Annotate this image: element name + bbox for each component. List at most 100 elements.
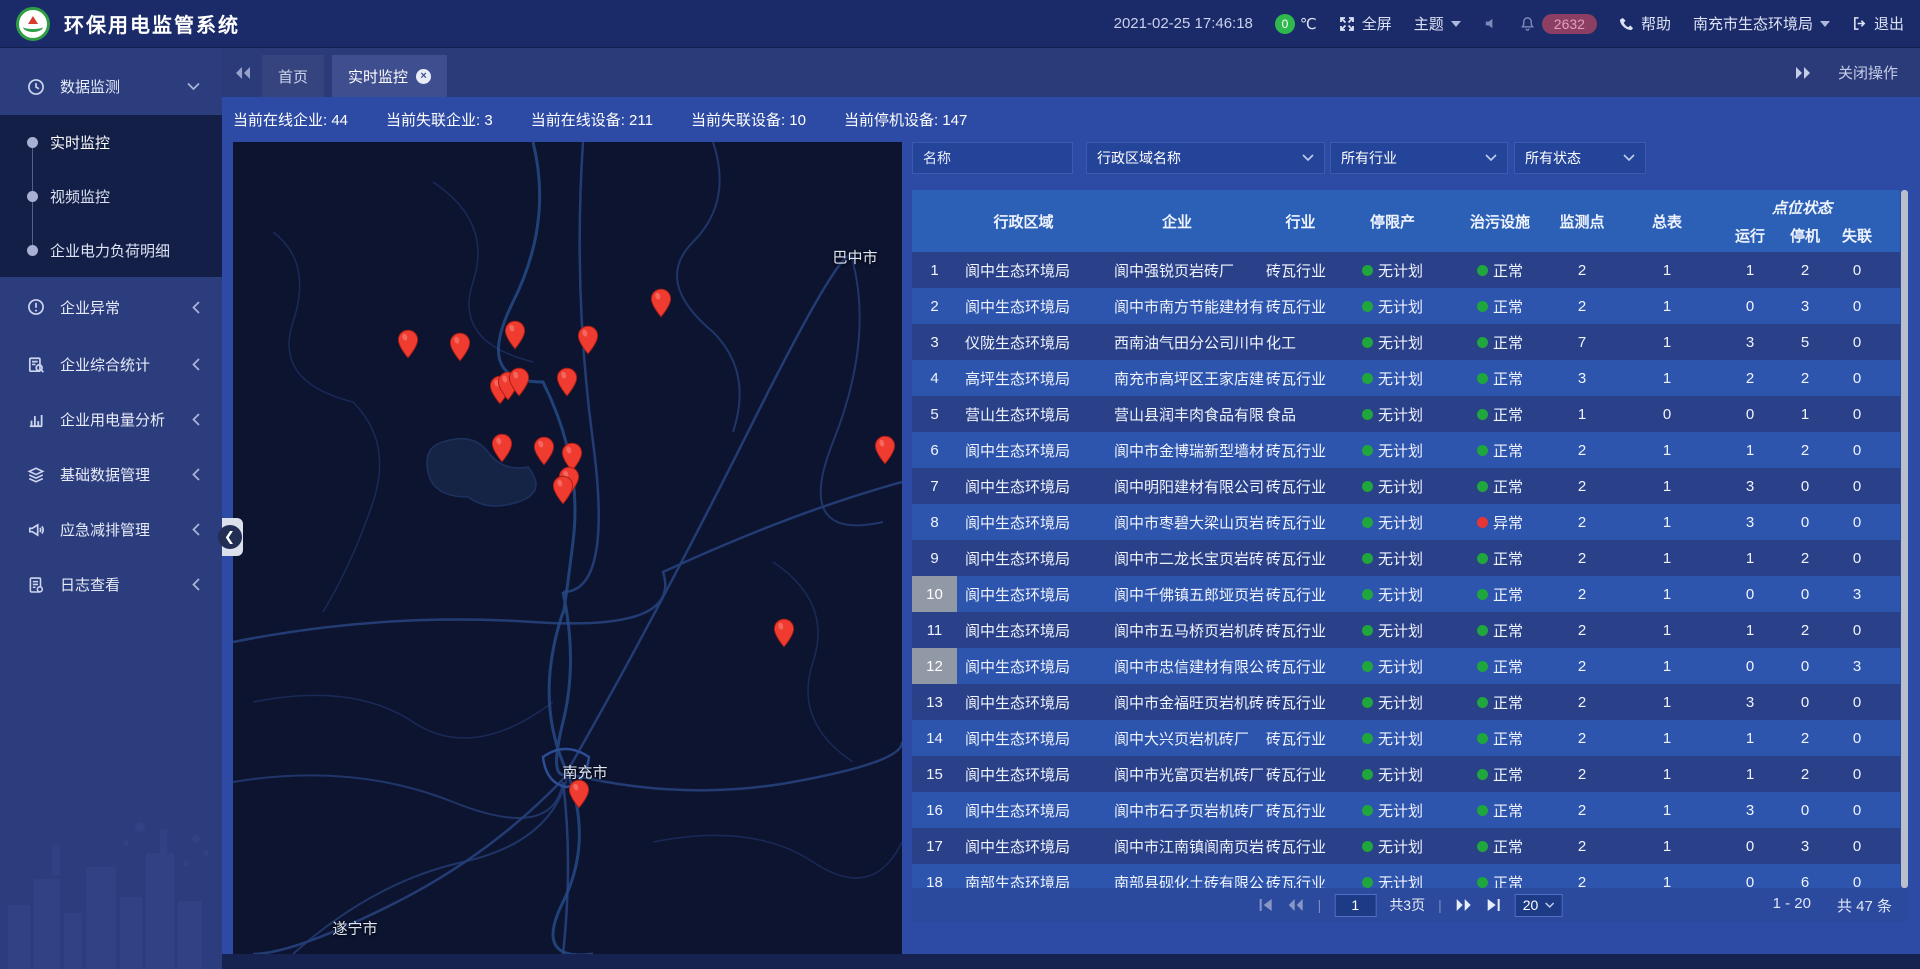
prev-page-button[interactable] [1287, 898, 1305, 912]
temperature-badge: 0 [1275, 14, 1295, 34]
status-text: 正常 [1493, 404, 1523, 425]
cell-run: 3 [1722, 684, 1778, 720]
map-pin[interactable] [556, 367, 578, 397]
cell-lost: 0 [1832, 612, 1882, 648]
status-dot-green-icon [1362, 481, 1373, 492]
table-row[interactable]: 13阆中生态环境局阆中市金福旺页岩机砖砖瓦行业无计划正常21300 [912, 684, 1900, 720]
row-index: 2 [912, 288, 957, 324]
status-text: 正常 [1493, 584, 1523, 605]
first-page-button[interactable] [1258, 898, 1274, 912]
page-size-select[interactable]: 20 [1515, 894, 1563, 917]
table-row[interactable]: 9阆中生态环境局阆中市二龙长宝页岩砖砖瓦行业无计划正常21120 [912, 540, 1900, 576]
chevron-down-icon [1485, 154, 1497, 162]
table-row[interactable]: 18南部生态环境局南部县砚化土砖有限公砖瓦行业无计划正常21060 [912, 864, 1900, 888]
table-row[interactable]: 4高坪生态环境局南充市高坪区王家店建砖瓦行业无计划正常31220 [912, 360, 1900, 396]
table-row[interactable]: 11阆中生态环境局阆中市五马桥页岩机砖砖瓦行业无计划正常21120 [912, 612, 1900, 648]
cell-company: 营山县润丰肉食品有限 [1090, 396, 1264, 432]
status-value: 无计划 [1362, 512, 1423, 533]
sidebar-subitem-0-0[interactable]: 实时监控 [0, 115, 222, 169]
table-row[interactable]: 7阆中生态环境局阆中明阳建材有限公司砖瓦行业无计划正常21300 [912, 468, 1900, 504]
map-pin[interactable] [773, 618, 795, 648]
tab-1[interactable]: 实时监控× [332, 55, 447, 97]
table-row[interactable]: 14阆中生态环境局阆中大兴页岩机砖厂砖瓦行业无计划正常21120 [912, 720, 1900, 756]
cell-meter: 1 [1612, 468, 1722, 504]
logout-button[interactable]: 退出 [1852, 13, 1904, 34]
sidebar-item-2[interactable]: 企业综合统计 [0, 337, 222, 392]
cell-meter: 1 [1612, 540, 1722, 576]
table-row[interactable]: 2阆中生态环境局阆中市南方节能建材有砖瓦行业无计划正常21030 [912, 288, 1900, 324]
map-pin[interactable] [491, 433, 513, 463]
user-org-dropdown[interactable]: 南充市生态环境局 [1693, 13, 1830, 34]
map-pin[interactable] [568, 779, 590, 809]
name-search-input[interactable] [923, 150, 1062, 166]
page-number-input[interactable] [1334, 894, 1376, 917]
industry-select[interactable]: 所有行业 [1330, 142, 1508, 174]
table-row[interactable]: 16阆中生态环境局阆中市石子页岩机砖厂砖瓦行业无计划正常21300 [912, 792, 1900, 828]
region-select[interactable]: 行政区域名称 [1086, 142, 1325, 174]
map-pin[interactable] [874, 435, 896, 465]
notification-button[interactable]: 2632 [1520, 14, 1597, 34]
map-pin[interactable] [577, 325, 599, 355]
sidebar-item-5[interactable]: 应急减排管理 [0, 502, 222, 557]
bullet-dot-icon [27, 191, 38, 202]
close-icon[interactable]: × [416, 69, 431, 84]
stat-4: 当前停机设备: 147 [844, 109, 967, 130]
table-row[interactable]: 1阆中生态环境局阆中强锐页岩砖厂砖瓦行业无计划正常21120 [912, 252, 1900, 288]
sidebar-item-1[interactable]: 企业异常 [0, 277, 222, 337]
table-row[interactable]: 17阆中生态环境局阆中市江南镇阆南页岩砖瓦行业无计划正常21030 [912, 828, 1900, 864]
sidebar-item-3[interactable]: 企业用电量分析 [0, 392, 222, 447]
table-scrollbar[interactable] [1901, 190, 1908, 888]
cell-halt: 2 [1778, 360, 1832, 396]
table-row[interactable]: 10阆中生态环境局阆中千佛镇五郎垭页岩砖瓦行业无计划正常21003 [912, 576, 1900, 612]
bell-icon [1520, 16, 1535, 31]
fullscreen-button[interactable]: 全屏 [1339, 13, 1392, 34]
city-skyline-watermark [0, 809, 222, 969]
status-select[interactable]: 所有状态 [1514, 142, 1646, 174]
sound-button[interactable] [1483, 16, 1498, 31]
table-row[interactable]: 6阆中生态环境局阆中市金博瑞新型墙材砖瓦行业无计划正常21120 [912, 432, 1900, 468]
cell-facility: 正常 [1448, 684, 1552, 720]
sidebar-collapse-button[interactable]: ❮ [222, 518, 243, 556]
map-pin[interactable] [508, 367, 530, 397]
map-pin[interactable] [504, 320, 526, 350]
sidebar-item-0[interactable]: 数据监测 [0, 58, 222, 115]
tabs-scroll-left-button[interactable] [234, 66, 252, 80]
cell-region: 阆中生态环境局 [957, 252, 1090, 288]
sidebar-subitem-0-2[interactable]: 企业电力负荷明细 [0, 223, 222, 277]
cell-region: 阆中生态环境局 [957, 576, 1090, 612]
table-row[interactable]: 8阆中生态环境局阆中市枣碧大梁山页岩砖瓦行业无计划异常21300 [912, 504, 1900, 540]
cell-region: 阆中生态环境局 [957, 288, 1090, 324]
status-text: 无计划 [1378, 404, 1423, 425]
next-page-button[interactable] [1455, 898, 1473, 912]
theme-dropdown[interactable]: 主题 [1414, 13, 1461, 34]
map-roads [233, 142, 902, 954]
last-page-button[interactable] [1486, 898, 1502, 912]
status-value: 无计划 [1362, 368, 1423, 389]
sidebar: 数据监测实时监控视频监控企业电力负荷明细企业异常企业综合统计企业用电量分析基础数… [0, 48, 222, 969]
status-text: 正常 [1493, 728, 1523, 749]
status-dot-green-icon [1477, 625, 1488, 636]
map-pin[interactable] [552, 475, 574, 505]
cell-production: 无计划 [1337, 396, 1448, 432]
sidebar-item-6[interactable]: 日志查看 [0, 557, 222, 612]
map-pin[interactable] [449, 332, 471, 362]
map-pin[interactable] [533, 436, 555, 466]
help-button[interactable]: 帮助 [1619, 13, 1671, 34]
status-value: 正常 [1477, 476, 1523, 497]
table-row[interactable]: 12阆中生态环境局阆中市忠信建材有限公砖瓦行业无计划正常21003 [912, 648, 1900, 684]
cell-lost: 0 [1832, 540, 1882, 576]
status-text: 无计划 [1378, 584, 1423, 605]
table-row[interactable]: 3仪陇生态环境局西南油气田分公司川中化工无计划正常71350 [912, 324, 1900, 360]
map-canvas[interactable]: 巴中市南充市遂宁市 [233, 142, 902, 954]
sidebar-subitem-0-1[interactable]: 视频监控 [0, 169, 222, 223]
status-text: 无计划 [1378, 836, 1423, 857]
map-pin[interactable] [397, 329, 419, 359]
tab-0[interactable]: 首页 [262, 55, 324, 97]
tabs-scroll-right-button[interactable] [1794, 66, 1812, 80]
close-operations-button[interactable]: 关闭操作 [1838, 62, 1898, 83]
map-pin[interactable] [650, 288, 672, 318]
table-row[interactable]: 5营山生态环境局营山县润丰肉食品有限食品无计划正常10010 [912, 396, 1900, 432]
table-row[interactable]: 15阆中生态环境局阆中市光富页岩机砖厂砖瓦行业无计划正常21120 [912, 756, 1900, 792]
cell-production: 无计划 [1337, 684, 1448, 720]
sidebar-item-4[interactable]: 基础数据管理 [0, 447, 222, 502]
